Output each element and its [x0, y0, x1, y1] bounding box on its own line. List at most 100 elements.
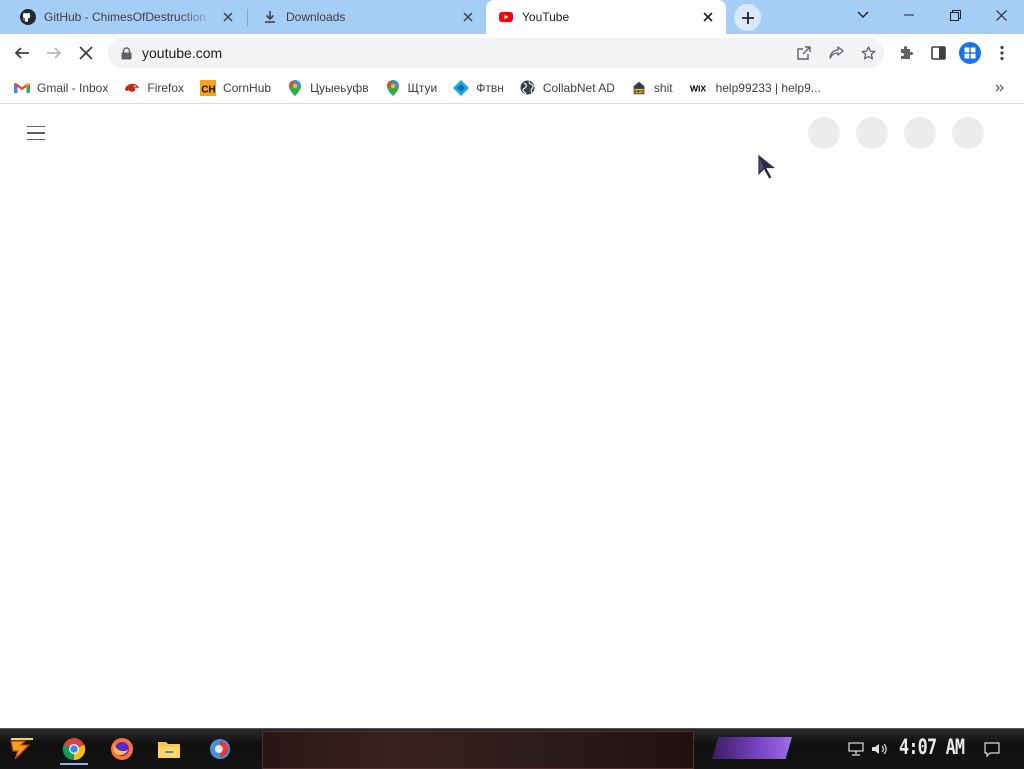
more-bookmarks-button[interactable]: [988, 76, 1012, 100]
close-icon[interactable]: [220, 9, 236, 25]
share-button[interactable]: [820, 39, 852, 67]
hamburger-line: [27, 132, 45, 134]
bookmark-hfs[interactable]: HFS shit: [623, 76, 681, 100]
stop-icon: [79, 46, 93, 60]
forward-button[interactable]: [40, 39, 68, 67]
taskbar-chrome[interactable]: [56, 733, 92, 765]
extensions-button[interactable]: [892, 39, 920, 67]
bookmark-label: help99233 | help9...: [715, 80, 821, 95]
chrome-icon: [62, 738, 86, 761]
profile-avatar-icon: [959, 42, 981, 64]
tab-strip: GitHub - ChimesOfDestruction Downloads Y…: [0, 0, 1024, 34]
double-chevron-right-icon: [995, 84, 1004, 92]
bookmark-label: Gmail - Inbox: [37, 80, 109, 95]
share-icon: [828, 46, 844, 59]
tab-downloads[interactable]: Downloads: [250, 0, 486, 34]
folder-icon: [158, 742, 180, 758]
cornhub-icon: CH: [200, 79, 217, 96]
bookmark-cornhub[interactable]: CH CornHub: [192, 76, 279, 100]
svg-text:WIX: WIX: [690, 83, 706, 93]
hfs-icon: HFS: [631, 80, 647, 96]
tab-title: GitHub - ChimesOfDestruction: [44, 10, 207, 24]
browser-toolbar: youtube.com: [0, 34, 1024, 72]
close-window-button[interactable]: [978, 0, 1024, 30]
stop-button[interactable]: [72, 39, 100, 67]
mouse-cursor-icon: [757, 153, 778, 180]
maps-pin-icon: [287, 79, 303, 96]
taskbar-clock[interactable]: 4:07 AM: [899, 735, 965, 759]
arrow-left-icon: [14, 47, 29, 59]
menu-button[interactable]: [988, 39, 1016, 67]
minimize-icon: [904, 14, 914, 16]
restore-button[interactable]: [932, 0, 978, 30]
side-panel-button[interactable]: [924, 39, 952, 67]
back-button[interactable]: [8, 39, 36, 67]
bookmark-maps-1[interactable]: Цуыеьуфв: [279, 76, 377, 100]
tab-title: Downloads: [286, 10, 346, 24]
plus-icon: [741, 11, 754, 24]
svg-text:HFS: HFS: [635, 88, 643, 93]
bookmark-gmail[interactable]: Gmail - Inbox: [6, 76, 116, 100]
close-icon: [995, 9, 1007, 21]
taskbar: 4:07 AM: [0, 728, 1024, 769]
svg-text:CH: CH: [201, 84, 215, 95]
new-tab-button[interactable]: [734, 4, 761, 31]
skeleton-placeholder: [904, 117, 936, 149]
skeleton-placeholder: [856, 117, 888, 149]
puzzle-icon: [901, 46, 913, 59]
start-button[interactable]: [4, 733, 40, 765]
bookmark-ftvn[interactable]: Фтвн: [445, 76, 512, 100]
url-text[interactable]: youtube.com: [142, 45, 788, 61]
address-bar[interactable]: youtube.com: [108, 38, 884, 68]
tab-youtube[interactable]: YouTube: [486, 0, 726, 34]
lock-icon[interactable]: [118, 45, 134, 61]
notifications-icon[interactable]: [981, 737, 1003, 761]
firefox-icon: [111, 738, 133, 760]
bookmark-wix[interactable]: WIX help99233 | help9...: [681, 76, 829, 100]
hamburger-line: [27, 125, 45, 128]
close-icon[interactable]: [700, 9, 716, 25]
bookmark-firefox[interactable]: Firefox: [116, 76, 192, 100]
guide-menu-button[interactable]: [24, 121, 48, 145]
minimize-button[interactable]: [886, 0, 932, 30]
bookmark-maps-2[interactable]: Щтуи: [377, 76, 446, 100]
volume-icon[interactable]: [870, 737, 890, 761]
side-panel-icon: [930, 46, 946, 60]
bookmark-label: Цуыеьуфв: [310, 80, 369, 95]
tab-title: YouTube: [522, 10, 570, 24]
youtube-icon: [498, 9, 514, 25]
download-icon: [262, 9, 278, 25]
firefox-icon: [124, 80, 140, 96]
network-icon[interactable]: [846, 737, 866, 761]
taskbar-app[interactable]: [202, 733, 238, 765]
gmail-icon: [14, 80, 30, 96]
profile-button[interactable]: [956, 39, 984, 67]
globe-icon: [520, 80, 536, 96]
maps-pin-icon: [385, 79, 401, 96]
wix-icon: WIX: [689, 80, 709, 96]
taskbar-file-explorer[interactable]: [151, 733, 187, 765]
bookmark-star-button[interactable]: [852, 39, 884, 67]
hamburger-line: [27, 138, 45, 141]
open-external-icon: [797, 46, 811, 60]
bookmark-label: Firefox: [147, 80, 185, 95]
taskbar-firefox[interactable]: [104, 733, 140, 765]
tab-search-button[interactable]: [840, 0, 886, 30]
bookmark-label: shit: [653, 80, 673, 95]
page-content: [0, 104, 1024, 728]
github-icon: [20, 9, 36, 25]
start-icon: [10, 738, 33, 760]
taskbar-window-preview[interactable]: [262, 731, 694, 769]
skeleton-placeholder: [808, 117, 840, 149]
chevron-down-icon: [857, 11, 869, 18]
close-icon[interactable]: [460, 9, 476, 25]
open-in-app-button[interactable]: [788, 39, 820, 67]
more-vert-icon: [1000, 45, 1004, 61]
tab-github[interactable]: GitHub - ChimesOfDestruction: [8, 0, 246, 34]
arrow-right-icon: [47, 47, 62, 59]
bookmark-label: Щтуи: [407, 80, 438, 95]
skeleton-placeholder: [952, 117, 984, 149]
bookmark-collabnet[interactable]: CollabNet AD: [512, 76, 623, 100]
diamond-icon: [453, 79, 470, 96]
app-icon: [210, 739, 230, 759]
